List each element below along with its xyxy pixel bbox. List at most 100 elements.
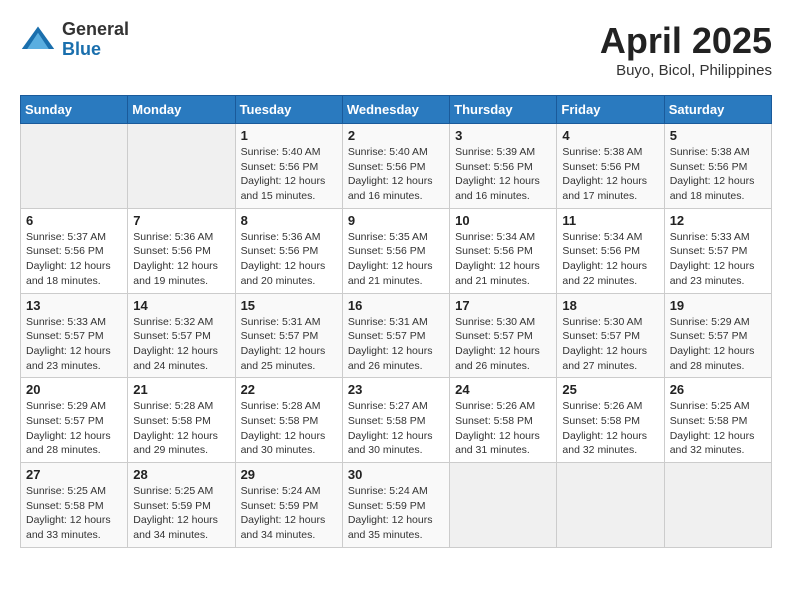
day-detail: Sunrise: 5:30 AM Sunset: 5:57 PM Dayligh… (562, 315, 658, 374)
day-cell: 20Sunrise: 5:29 AM Sunset: 5:57 PM Dayli… (21, 378, 128, 463)
logo-blue-label: Blue (62, 40, 129, 60)
day-number: 23 (348, 382, 444, 397)
day-cell: 27 Sunrise: 5:25 AM Sunset: 5:58 PM Dayli… (21, 463, 128, 548)
logo: General Blue (20, 20, 129, 60)
day-cell: 22 Sunrise: 5:28 AM Sunset: 5:58 PM Dayli… (235, 378, 342, 463)
week-row-3: 13Sunrise: 5:33 AM Sunset: 5:57 PM Dayli… (21, 293, 772, 378)
day-detail: Sunrise: 5:38 AM Sunset: 5:56 PM Dayligh… (670, 145, 766, 204)
day-cell: 9 Sunrise: 5:35 AM Sunset: 5:56 PM Daylig… (342, 208, 449, 293)
week-row-1: 1Sunrise: 5:40 AM Sunset: 5:56 PM Daylig… (21, 124, 772, 209)
day-cell: 1Sunrise: 5:40 AM Sunset: 5:56 PM Daylig… (235, 124, 342, 209)
day-number: 26 (670, 382, 766, 397)
day-detail: Sunrise: 5:27 AM Sunset: 5:58 PM Dayligh… (348, 399, 444, 458)
day-cell (128, 124, 235, 209)
day-cell: 28Sunrise: 5:25 AM Sunset: 5:59 PM Dayli… (128, 463, 235, 548)
day-detail: Sunrise: 5:25 AM Sunset: 5:59 PM Dayligh… (133, 484, 229, 543)
day-detail: Sunrise: 5:34 AM Sunset: 5:56 PM Dayligh… (455, 230, 551, 289)
weekday-header-tuesday: Tuesday (235, 96, 342, 124)
logo-icon (20, 22, 56, 58)
day-detail: Sunrise: 5:26 AM Sunset: 5:58 PM Dayligh… (562, 399, 658, 458)
day-number: 5 (670, 128, 766, 143)
day-number: 19 (670, 298, 766, 313)
weekday-header-saturday: Saturday (664, 96, 771, 124)
day-number: 24 (455, 382, 551, 397)
day-cell: 14 Sunrise: 5:32 AM Sunset: 5:57 PM Dayli… (128, 293, 235, 378)
day-detail: Sunrise: 5:31 AM Sunset: 5:57 PM Dayligh… (241, 315, 337, 374)
day-cell: 13Sunrise: 5:33 AM Sunset: 5:57 PM Dayli… (21, 293, 128, 378)
day-cell (21, 124, 128, 209)
week-row-5: 27 Sunrise: 5:25 AM Sunset: 5:58 PM Dayli… (21, 463, 772, 548)
page-header: General Blue April 2025 Buyo, Bicol, Phi… (20, 20, 772, 79)
day-cell (557, 463, 664, 548)
logo-text: General Blue (62, 20, 129, 60)
day-number: 21 (133, 382, 229, 397)
day-number: 29 (241, 467, 337, 482)
weekday-header-friday: Friday (557, 96, 664, 124)
day-number: 13 (26, 298, 122, 313)
day-cell: 8Sunrise: 5:36 AM Sunset: 5:56 PM Daylig… (235, 208, 342, 293)
day-cell: 18 Sunrise: 5:30 AM Sunset: 5:57 PM Dayli… (557, 293, 664, 378)
day-cell: 15 Sunrise: 5:31 AM Sunset: 5:57 PM Dayli… (235, 293, 342, 378)
day-detail: Sunrise: 5:34 AM Sunset: 5:56 PM Dayligh… (562, 230, 658, 289)
day-number: 12 (670, 213, 766, 228)
day-number: 2 (348, 128, 444, 143)
day-cell: 23 Sunrise: 5:27 AM Sunset: 5:58 PM Dayli… (342, 378, 449, 463)
day-cell: 24 Sunrise: 5:26 AM Sunset: 5:58 PM Dayli… (450, 378, 557, 463)
day-detail: Sunrise: 5:37 AM Sunset: 5:56 PM Dayligh… (26, 230, 122, 289)
day-number: 22 (241, 382, 337, 397)
day-number: 4 (562, 128, 658, 143)
day-detail: Sunrise: 5:25 AM Sunset: 5:58 PM Dayligh… (26, 484, 122, 543)
day-detail: Sunrise: 5:25 AM Sunset: 5:58 PM Dayligh… (670, 399, 766, 458)
day-detail: Sunrise: 5:40 AM Sunset: 5:56 PM Dayligh… (348, 145, 444, 204)
day-number: 14 (133, 298, 229, 313)
day-number: 9 (348, 213, 444, 228)
day-cell (450, 463, 557, 548)
day-cell: 11Sunrise: 5:34 AM Sunset: 5:56 PM Dayli… (557, 208, 664, 293)
day-number: 25 (562, 382, 658, 397)
day-number: 7 (133, 213, 229, 228)
calendar-title: April 2025 (600, 20, 772, 62)
day-detail: Sunrise: 5:28 AM Sunset: 5:58 PM Dayligh… (241, 399, 337, 458)
week-row-4: 20Sunrise: 5:29 AM Sunset: 5:57 PM Dayli… (21, 378, 772, 463)
weekday-header-monday: Monday (128, 96, 235, 124)
day-detail: Sunrise: 5:39 AM Sunset: 5:56 PM Dayligh… (455, 145, 551, 204)
day-cell: 21 Sunrise: 5:28 AM Sunset: 5:58 PM Dayli… (128, 378, 235, 463)
day-detail: Sunrise: 5:30 AM Sunset: 5:57 PM Dayligh… (455, 315, 551, 374)
day-number: 3 (455, 128, 551, 143)
day-cell: 6 Sunrise: 5:37 AM Sunset: 5:56 PM Daylig… (21, 208, 128, 293)
day-detail: Sunrise: 5:35 AM Sunset: 5:56 PM Dayligh… (348, 230, 444, 289)
week-row-2: 6 Sunrise: 5:37 AM Sunset: 5:56 PM Daylig… (21, 208, 772, 293)
calendar-table: SundayMondayTuesdayWednesdayThursdayFrid… (20, 95, 772, 548)
day-number: 27 (26, 467, 122, 482)
weekday-header-row: SundayMondayTuesdayWednesdayThursdayFrid… (21, 96, 772, 124)
logo-general-label: General (62, 20, 129, 40)
day-number: 30 (348, 467, 444, 482)
day-detail: Sunrise: 5:40 AM Sunset: 5:56 PM Dayligh… (241, 145, 337, 204)
day-cell: 4 Sunrise: 5:38 AM Sunset: 5:56 PM Daylig… (557, 124, 664, 209)
day-detail: Sunrise: 5:26 AM Sunset: 5:58 PM Dayligh… (455, 399, 551, 458)
day-detail: Sunrise: 5:32 AM Sunset: 5:57 PM Dayligh… (133, 315, 229, 374)
day-cell (664, 463, 771, 548)
weekday-header-thursday: Thursday (450, 96, 557, 124)
day-detail: Sunrise: 5:24 AM Sunset: 5:59 PM Dayligh… (348, 484, 444, 543)
day-detail: Sunrise: 5:33 AM Sunset: 5:57 PM Dayligh… (670, 230, 766, 289)
day-detail: Sunrise: 5:36 AM Sunset: 5:56 PM Dayligh… (133, 230, 229, 289)
day-number: 10 (455, 213, 551, 228)
day-number: 6 (26, 213, 122, 228)
day-cell: 25 Sunrise: 5:26 AM Sunset: 5:58 PM Dayli… (557, 378, 664, 463)
day-number: 17 (455, 298, 551, 313)
day-detail: Sunrise: 5:38 AM Sunset: 5:56 PM Dayligh… (562, 145, 658, 204)
day-number: 8 (241, 213, 337, 228)
day-number: 18 (562, 298, 658, 313)
day-cell: 19Sunrise: 5:29 AM Sunset: 5:57 PM Dayli… (664, 293, 771, 378)
day-cell: 7 Sunrise: 5:36 AM Sunset: 5:56 PM Daylig… (128, 208, 235, 293)
day-detail: Sunrise: 5:28 AM Sunset: 5:58 PM Dayligh… (133, 399, 229, 458)
weekday-header-wednesday: Wednesday (342, 96, 449, 124)
day-cell: 26 Sunrise: 5:25 AM Sunset: 5:58 PM Dayli… (664, 378, 771, 463)
day-cell: 3 Sunrise: 5:39 AM Sunset: 5:56 PM Daylig… (450, 124, 557, 209)
day-cell: 29 Sunrise: 5:24 AM Sunset: 5:59 PM Dayli… (235, 463, 342, 548)
day-number: 15 (241, 298, 337, 313)
day-detail: Sunrise: 5:24 AM Sunset: 5:59 PM Dayligh… (241, 484, 337, 543)
weekday-header-sunday: Sunday (21, 96, 128, 124)
day-number: 20 (26, 382, 122, 397)
